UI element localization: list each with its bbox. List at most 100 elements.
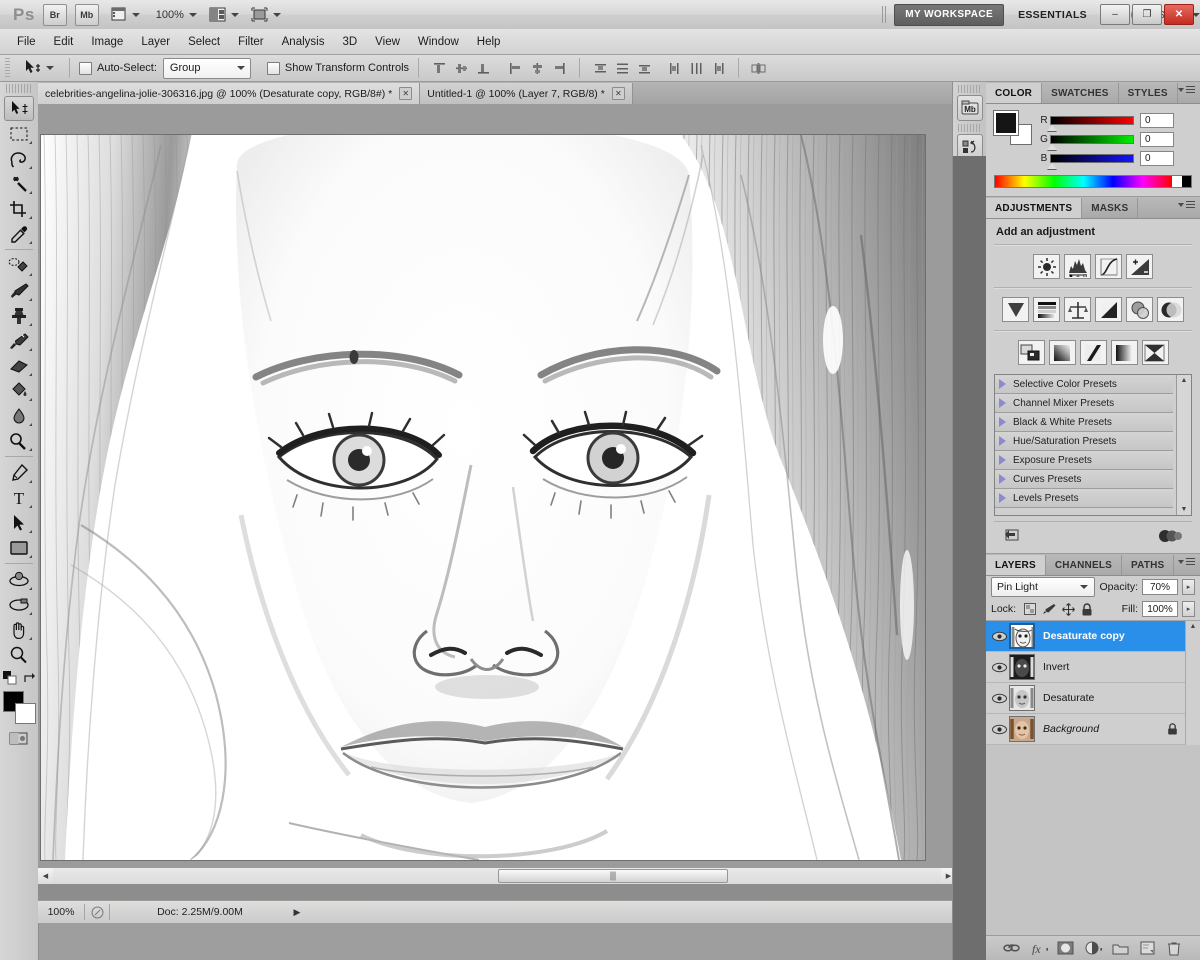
paint-bucket-tool[interactable] [4,378,34,403]
opacity-value[interactable]: 70% [1142,579,1178,595]
layer-thumbnail[interactable] [1009,654,1035,680]
dodge-tool[interactable] [4,428,34,453]
tab-swatches[interactable]: SWATCHES [1042,83,1119,103]
quick-mask-mode-button[interactable] [8,731,30,745]
preset-item[interactable]: Channel Mixer Presets [995,394,1173,413]
zoom-level-display[interactable]: 100% [156,9,184,21]
mini-bridge-icon[interactable]: Mb [957,95,983,121]
selective-color-icon[interactable] [1142,340,1169,365]
link-layers-icon[interactable] [1003,939,1021,957]
tab-color[interactable]: COLOR [986,83,1042,103]
align-left-edges-button[interactable] [505,58,525,78]
green-value[interactable]: 0 [1140,132,1174,147]
layer-row[interactable]: Background [986,714,1200,745]
tab-channels[interactable]: CHANNELS [1046,555,1122,575]
menu-item-3d[interactable]: 3D [333,33,366,51]
pen-tool[interactable] [4,460,34,485]
lock-all-icon[interactable] [1081,603,1093,616]
levels-icon[interactable] [1064,254,1091,279]
align-vertical-centers-button[interactable] [451,58,471,78]
color-swatches[interactable] [3,691,35,723]
document-canvas[interactable] [41,135,925,860]
distribute-horizontal-centers-button[interactable] [686,58,706,78]
launch-bridge-button[interactable]: Br [43,4,67,26]
tab-layers[interactable]: LAYERS [986,555,1046,575]
blue-slider[interactable] [1050,154,1134,163]
blend-mode-dropdown[interactable]: Pin Light [991,577,1095,597]
eraser-tool[interactable] [4,353,34,378]
expand-triangle-icon[interactable] [999,436,1006,446]
essentials-workspace-tab[interactable]: ESSENTIALS [1018,9,1087,21]
status-expand-arrow[interactable]: ▶ [290,907,304,918]
blue-value[interactable]: 0 [1140,151,1174,166]
expand-triangle-icon[interactable] [999,417,1006,427]
menu-item-filter[interactable]: Filter [229,33,273,51]
horizontal-scroll-thumb[interactable] [498,869,728,883]
adjustments-panel-menu-button[interactable] [1178,201,1195,208]
lock-image-pixels-icon[interactable] [1042,603,1056,615]
clip-to-layer-icon[interactable] [1156,527,1182,543]
invert-icon[interactable] [1018,340,1045,365]
preset-item[interactable]: Curves Presets [995,470,1173,489]
brightness-contrast-icon[interactable] [1033,254,1060,279]
preset-item[interactable]: Selective Color Presets [995,375,1173,394]
preset-item[interactable]: Hue/Saturation Presets [995,432,1173,451]
menu-item-layer[interactable]: Layer [132,33,179,51]
history-brush-tool[interactable] [4,328,34,353]
status-zoom-field[interactable]: 100% [38,906,84,918]
arrange-documents-button[interactable] [209,5,239,25]
color-panel-swatches[interactable] [994,111,1032,145]
preset-item[interactable]: Levels Presets [995,489,1173,508]
lock-position-icon[interactable] [1062,603,1075,616]
background-color-swatch[interactable] [15,703,36,724]
type-tool[interactable]: T [4,485,34,510]
show-transform-controls-checkbox[interactable] [267,62,280,75]
distribute-top-edges-button[interactable] [590,58,610,78]
channel-mixer-icon[interactable] [1157,297,1184,322]
align-horizontal-centers-button[interactable] [527,58,547,78]
launch-mini-bridge-button[interactable]: Mb [75,4,99,26]
green-slider[interactable] [1050,135,1134,144]
distribute-left-edges-button[interactable] [664,58,684,78]
layers-panel-menu-button[interactable] [1178,558,1195,565]
document-tab-close-icon[interactable]: ✕ [612,87,625,100]
align-bottom-edges-button[interactable] [473,58,493,78]
expand-triangle-icon[interactable] [999,474,1006,484]
my-workspace-button[interactable]: MY WORKSPACE [894,4,1004,26]
layer-visibility-eye-icon[interactable] [989,724,1009,735]
menu-item-analysis[interactable]: Analysis [273,33,334,51]
move-tool[interactable] [4,96,34,121]
document-tab[interactable]: celebrities-angelina-jolie-306316.jpg @ … [38,83,420,104]
zoom-tool[interactable] [4,642,34,667]
red-value[interactable]: 0 [1140,113,1174,128]
new-layer-icon[interactable] [1138,939,1156,957]
lasso-tool[interactable] [4,146,34,171]
path-selection-tool[interactable] [4,510,34,535]
red-slider[interactable] [1050,116,1134,125]
distribute-bottom-edges-button[interactable] [634,58,654,78]
presets-scrollbar[interactable]: ▲ ▼ [1176,375,1191,515]
menu-item-select[interactable]: Select [179,33,229,51]
zoom-chevron-down-icon[interactable] [189,13,197,17]
opacity-stepper[interactable]: ▸ [1182,579,1195,595]
layer-visibility-eye-icon[interactable] [989,662,1009,673]
exposure-icon[interactable] [1126,254,1153,279]
auto-select-scope-dropdown[interactable]: Group [163,58,251,79]
curves-icon[interactable] [1095,254,1122,279]
photo-filter-icon[interactable] [1126,297,1153,322]
threshold-icon[interactable] [1080,340,1107,365]
tab-masks[interactable]: MASKS [1082,198,1138,218]
crop-tool[interactable] [4,196,34,221]
layer-thumbnail[interactable] [1009,685,1035,711]
magic-wand-tool[interactable] [4,171,34,196]
distribute-right-edges-button[interactable] [708,58,728,78]
menu-item-image[interactable]: Image [82,33,132,51]
black-white-icon[interactable] [1095,297,1122,322]
layer-name[interactable]: Background [1043,723,1099,735]
status-preview-icon[interactable] [85,906,109,919]
expand-triangle-icon[interactable] [999,455,1006,465]
minimize-button[interactable]: – [1100,4,1130,25]
clone-stamp-tool[interactable] [4,303,34,328]
menu-item-view[interactable]: View [366,33,409,51]
tab-styles[interactable]: STYLES [1119,83,1178,103]
